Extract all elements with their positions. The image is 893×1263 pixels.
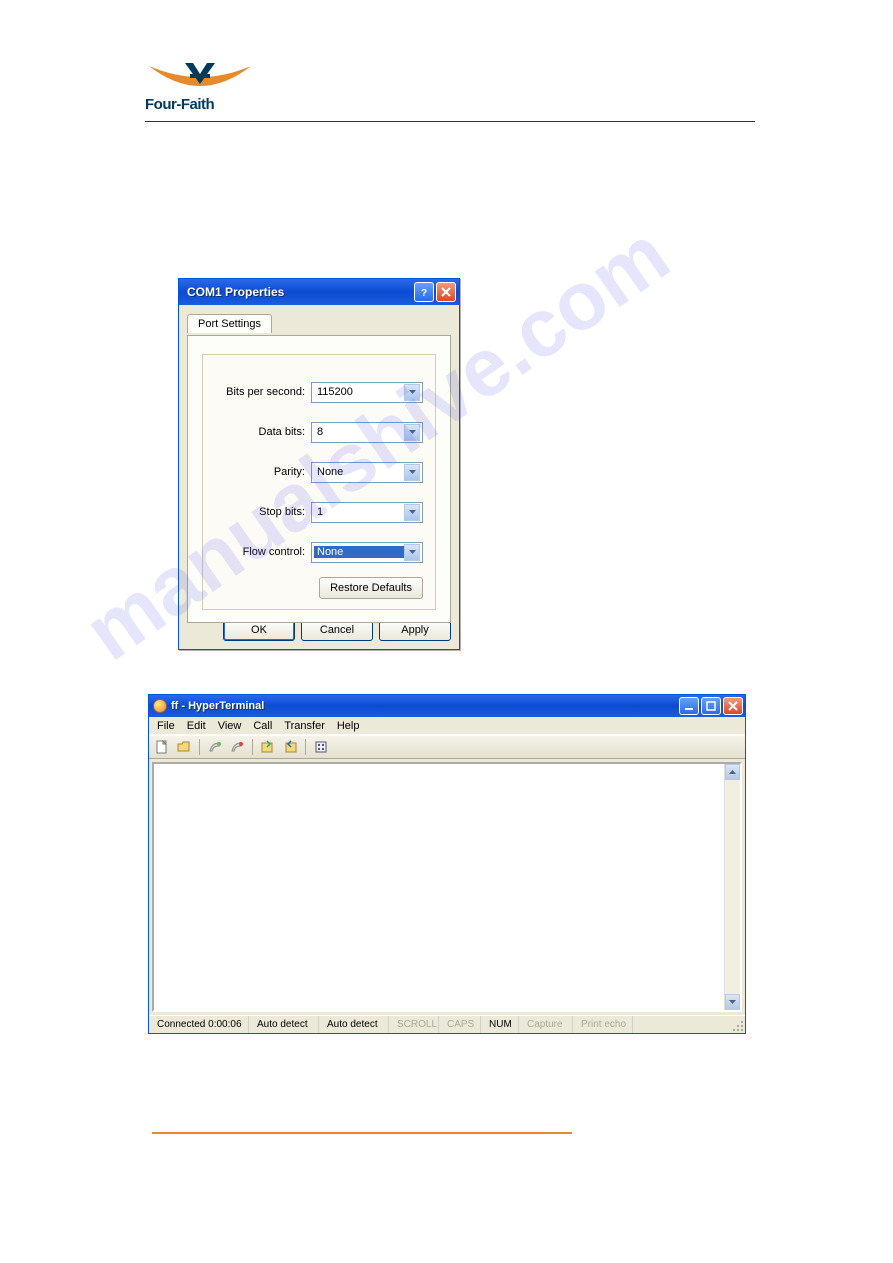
scroll-track[interactable]: [725, 780, 740, 994]
menubar: File Edit View Call Transfer Help: [149, 717, 745, 735]
tab-header: Port Settings: [187, 313, 451, 335]
data-bits-label: Data bits:: [203, 426, 311, 438]
status-printecho: Print echo: [573, 1016, 633, 1033]
chevron-down-icon: [404, 424, 420, 441]
flow-control-label: Flow control:: [203, 546, 311, 558]
toolbar-separator: [305, 739, 306, 755]
menu-help[interactable]: Help: [331, 718, 366, 734]
terminal-client-area: [149, 759, 745, 1015]
menu-transfer[interactable]: Transfer: [278, 718, 331, 734]
maximize-button[interactable]: [701, 697, 721, 715]
stop-bits-value: 1: [314, 506, 404, 518]
flow-control-row: Flow control: None: [203, 541, 435, 563]
send-icon[interactable]: [259, 738, 277, 756]
settings-groupbox: Bits per second: 115200 Data bits: 8: [202, 354, 436, 610]
menu-call[interactable]: Call: [247, 718, 278, 734]
chevron-down-icon: [404, 464, 420, 481]
toolbar-separator: [252, 739, 253, 755]
data-bits-row: Data bits: 8: [203, 421, 435, 443]
terminal-viewport[interactable]: [152, 762, 742, 1012]
close-icon: [441, 287, 451, 297]
close-button[interactable]: [436, 282, 456, 302]
vertical-scrollbar[interactable]: [724, 764, 740, 1010]
tab-panel: Bits per second: 115200 Data bits: 8: [187, 335, 451, 623]
chevron-down-icon: [404, 504, 420, 521]
status-autodetect-1: Auto detect: [249, 1016, 319, 1033]
chevron-down-icon: [404, 384, 420, 401]
disconnect-icon[interactable]: [228, 738, 246, 756]
hyperterminal-app-icon: [153, 699, 167, 713]
minimize-icon: [684, 701, 694, 711]
document-header: Four-Faith: [145, 55, 755, 122]
logo-text: Four-Faith: [145, 97, 214, 112]
menu-file[interactable]: File: [151, 718, 181, 734]
bits-per-second-value: 115200: [314, 386, 404, 398]
stop-bits-select[interactable]: 1: [311, 502, 423, 523]
bits-per-second-select[interactable]: 115200: [311, 382, 423, 403]
four-faith-logo: Four-Faith: [145, 55, 255, 115]
receive-icon[interactable]: [281, 738, 299, 756]
status-scroll: SCROLL: [389, 1016, 439, 1033]
menu-edit[interactable]: Edit: [181, 718, 212, 734]
bits-per-second-row: Bits per second: 115200: [203, 381, 435, 403]
data-bits-value: 8: [314, 426, 404, 438]
dialog-titlebar[interactable]: COM1 Properties ?: [179, 279, 459, 305]
status-autodetect-2: Auto detect: [319, 1016, 389, 1033]
connect-icon[interactable]: [206, 738, 224, 756]
header-divider: [145, 121, 755, 122]
flow-control-select[interactable]: None: [311, 542, 423, 563]
bits-per-second-label: Bits per second:: [203, 386, 311, 398]
toolbar: [149, 735, 745, 759]
close-icon: [728, 701, 738, 711]
com1-properties-dialog: COM1 Properties ? Port Settings Bits per…: [178, 278, 460, 650]
hyperterminal-title: ff - HyperTerminal: [171, 700, 677, 712]
chevron-up-icon: [729, 770, 736, 774]
status-capture: Capture: [519, 1016, 573, 1033]
scroll-down-button[interactable]: [725, 994, 740, 1010]
menu-view[interactable]: View: [212, 718, 248, 734]
restore-defaults-button[interactable]: Restore Defaults: [319, 577, 423, 599]
dialog-title: COM1 Properties: [187, 285, 412, 299]
resize-grip-icon[interactable]: [729, 1017, 745, 1033]
open-icon[interactable]: [175, 738, 193, 756]
properties-icon[interactable]: [312, 738, 330, 756]
logo-swoosh-icon: [145, 60, 255, 94]
minimize-button[interactable]: [679, 697, 699, 715]
toolbar-separator: [199, 739, 200, 755]
help-button[interactable]: ?: [414, 282, 434, 302]
data-bits-select[interactable]: 8: [311, 422, 423, 443]
dialog-body: Port Settings Bits per second: 115200 Da…: [179, 305, 459, 649]
help-icon: ?: [419, 287, 429, 297]
hyperterminal-titlebar[interactable]: ff - HyperTerminal: [149, 695, 745, 717]
parity-value: None: [314, 466, 404, 478]
footer-divider: [152, 1132, 572, 1134]
parity-label: Parity:: [203, 466, 311, 478]
flow-control-value: None: [314, 546, 404, 558]
parity-select[interactable]: None: [311, 462, 423, 483]
status-caps: CAPS: [439, 1016, 481, 1033]
status-num: NUM: [481, 1016, 519, 1033]
scroll-up-button[interactable]: [725, 764, 740, 780]
parity-row: Parity: None: [203, 461, 435, 483]
hyperterminal-window: ff - HyperTerminal File Edit View Call T…: [148, 694, 746, 1034]
new-icon[interactable]: [153, 738, 171, 756]
stop-bits-label: Stop bits:: [203, 506, 311, 518]
chevron-down-icon: [729, 1000, 736, 1004]
status-connected: Connected 0:00:06: [149, 1016, 249, 1033]
chevron-down-icon: [404, 544, 420, 561]
maximize-icon: [706, 701, 716, 711]
stop-bits-row: Stop bits: 1: [203, 501, 435, 523]
close-button[interactable]: [723, 697, 743, 715]
tab-port-settings[interactable]: Port Settings: [187, 314, 272, 333]
statusbar: Connected 0:00:06 Auto detect Auto detec…: [149, 1015, 745, 1033]
svg-text:?: ?: [421, 288, 427, 297]
